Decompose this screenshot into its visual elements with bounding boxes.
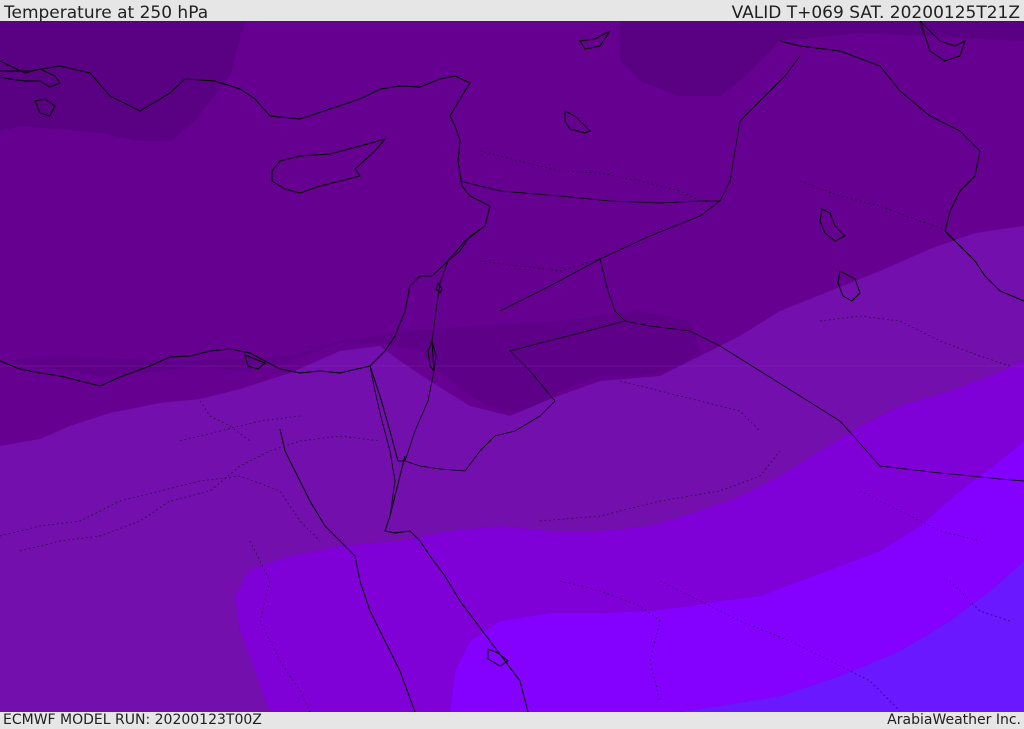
footer-bar: ECMWF MODEL RUN: 20200123T00Z ArabiaWeat… [0, 712, 1024, 729]
map-title: Temperature at 250 hPa [4, 3, 209, 23]
map-canvas [0, 21, 1024, 712]
temperature-map [0, 21, 1024, 712]
header-bar: Temperature at 250 hPa VALID T+069 SAT. … [0, 0, 1024, 23]
model-run-label: ECMWF MODEL RUN: 20200123T00Z [3, 712, 262, 728]
credit-label: ArabiaWeather Inc. [887, 712, 1021, 728]
valid-time: VALID T+069 SAT. 20200125T21Z [731, 3, 1020, 23]
